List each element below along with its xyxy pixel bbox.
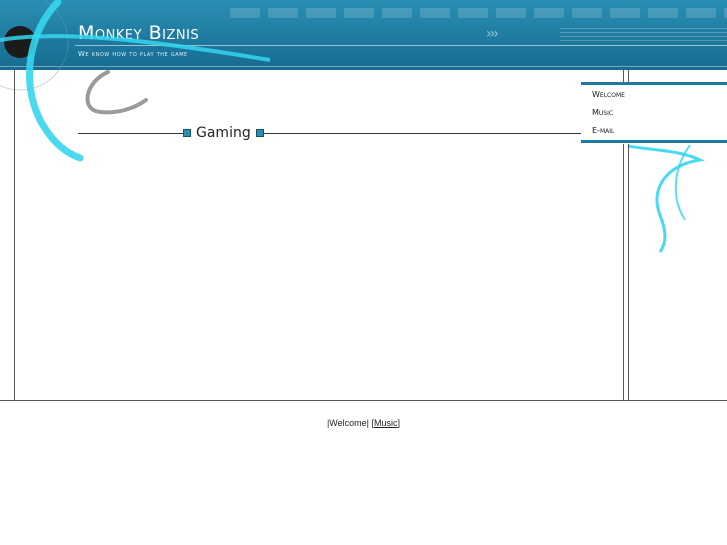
nav-bar-bottom [581,140,727,143]
square-marker-icon [183,129,191,137]
swirl-right-icon [627,144,705,253]
nav-item-music[interactable]: Music [592,108,613,117]
section-rule-left [78,133,183,134]
site-title: Monkey Biznis [78,22,200,44]
header-title-rule [75,45,727,46]
header-stripe [230,8,727,18]
nav-item-welcome[interactable]: Welcome [592,90,625,99]
square-marker-icon [256,129,264,137]
chevron-right-icon: ››› [486,26,499,42]
frame-line-bottom [0,400,727,401]
footer-music-link[interactable]: Music [374,418,398,428]
footer-separator: | [ [366,418,374,428]
swirl-right-small-icon [674,144,691,221]
site-header: Monkey Biznis We know how to play the ga… [0,0,727,70]
section-title: Gaming [196,125,251,141]
footer-links: |Welcome| [Music] [0,418,727,428]
nav-bar-top [581,82,727,85]
side-nav: Welcome Music E-mail [581,82,727,144]
footer-bracket-close: ] [397,418,401,428]
section-rule-right [264,133,581,134]
nav-item-email[interactable]: E-mail [592,126,614,135]
swoosh-icon [85,70,148,115]
site-tagline: We know how to play the game [78,50,188,58]
header-bottom-rule [0,66,727,67]
footer-welcome: Welcome [329,418,367,428]
frame-line-left [14,70,15,401]
header-stripe-lines [560,28,727,42]
